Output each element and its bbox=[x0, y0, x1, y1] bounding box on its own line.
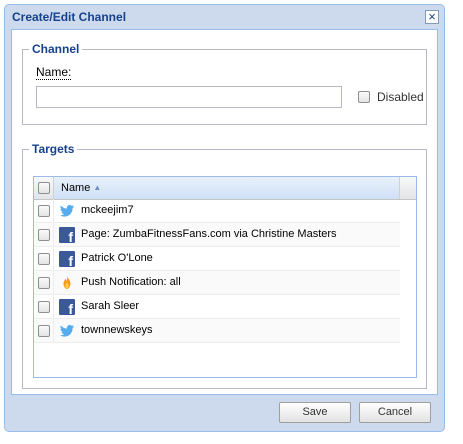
facebook-icon: f bbox=[59, 251, 75, 268]
target-label: townnewskeys bbox=[81, 324, 153, 336]
twitter-icon bbox=[59, 203, 75, 219]
targets-grid: Name ▲ mckeejim7 f Page: ZumbaFitnessFans.c… bbox=[33, 176, 417, 378]
header-filler bbox=[400, 177, 417, 199]
row-checkbox[interactable] bbox=[38, 277, 50, 289]
target-label: Sarah Sleer bbox=[81, 300, 140, 312]
row-checkbox-cell bbox=[34, 199, 54, 223]
close-icon: × bbox=[428, 9, 436, 24]
target-label: Patrick O'Lone bbox=[81, 252, 153, 264]
target-row[interactable]: f Page: ZumbaFitnessFans.com via Christin… bbox=[34, 223, 400, 247]
dialog-footer: Save Cancel bbox=[5, 395, 444, 433]
disabled-checkbox-group[interactable]: Disabled bbox=[358, 90, 424, 104]
close-button[interactable]: × bbox=[425, 10, 439, 24]
row-checkbox-cell bbox=[34, 319, 54, 343]
row-checkbox-cell bbox=[34, 223, 54, 247]
facebook-icon: f bbox=[59, 299, 75, 316]
target-label: Push Notification: all bbox=[81, 276, 181, 288]
row-checkbox[interactable] bbox=[38, 229, 50, 241]
dialog-title: Create/Edit Channel bbox=[12, 10, 127, 24]
row-checkbox[interactable] bbox=[38, 301, 50, 313]
name-column-label: Name bbox=[61, 182, 91, 194]
sort-ascending-icon: ▲ bbox=[93, 183, 102, 192]
target-row[interactable]: f Sarah Sleer bbox=[34, 295, 400, 319]
targets-legend: Targets bbox=[32, 142, 75, 156]
select-all-checkbox[interactable] bbox=[38, 182, 50, 194]
row-checkbox-cell bbox=[34, 295, 54, 319]
dialog-titlebar[interactable]: Create/Edit Channel × bbox=[5, 5, 444, 27]
row-checkbox[interactable] bbox=[38, 253, 50, 265]
name-column-header[interactable]: Name ▲ bbox=[54, 177, 400, 199]
select-all-cell bbox=[34, 177, 54, 199]
push-notification-icon bbox=[59, 275, 75, 291]
target-label: Page: ZumbaFitnessFans.com via Christine… bbox=[81, 228, 337, 240]
dialog-body: Channel Name: Disabled Targets Name ▲ mc… bbox=[11, 29, 438, 395]
target-row[interactable]: mckeejim7 bbox=[34, 199, 400, 223]
twitter-icon bbox=[59, 323, 75, 339]
grid-header: Name ▲ bbox=[34, 177, 416, 200]
facebook-icon: f bbox=[59, 227, 75, 244]
channel-fieldset: Channel Name: Disabled bbox=[22, 42, 427, 125]
row-checkbox[interactable] bbox=[38, 325, 50, 337]
row-checkbox-cell bbox=[34, 271, 54, 295]
target-row[interactable]: townnewskeys bbox=[34, 319, 400, 343]
disabled-checkbox[interactable] bbox=[358, 91, 370, 103]
target-row[interactable]: Push Notification: all bbox=[34, 271, 400, 295]
target-label: mckeejim7 bbox=[81, 204, 134, 216]
cancel-button[interactable]: Cancel bbox=[359, 402, 431, 423]
name-input[interactable] bbox=[36, 86, 342, 108]
target-row[interactable]: f Patrick O'Lone bbox=[34, 247, 400, 271]
row-checkbox[interactable] bbox=[38, 205, 50, 217]
name-label: Name: bbox=[36, 65, 72, 80]
row-checkbox-cell bbox=[34, 247, 54, 271]
channel-legend: Channel bbox=[32, 42, 80, 56]
save-button[interactable]: Save bbox=[279, 402, 351, 423]
targets-fieldset: Targets Name ▲ mckeejim7 f Page: ZumbaFitne… bbox=[22, 142, 427, 389]
create-edit-channel-dialog: Create/Edit Channel × Channel Name: Disa… bbox=[4, 4, 445, 432]
disabled-label[interactable]: Disabled bbox=[377, 90, 424, 104]
